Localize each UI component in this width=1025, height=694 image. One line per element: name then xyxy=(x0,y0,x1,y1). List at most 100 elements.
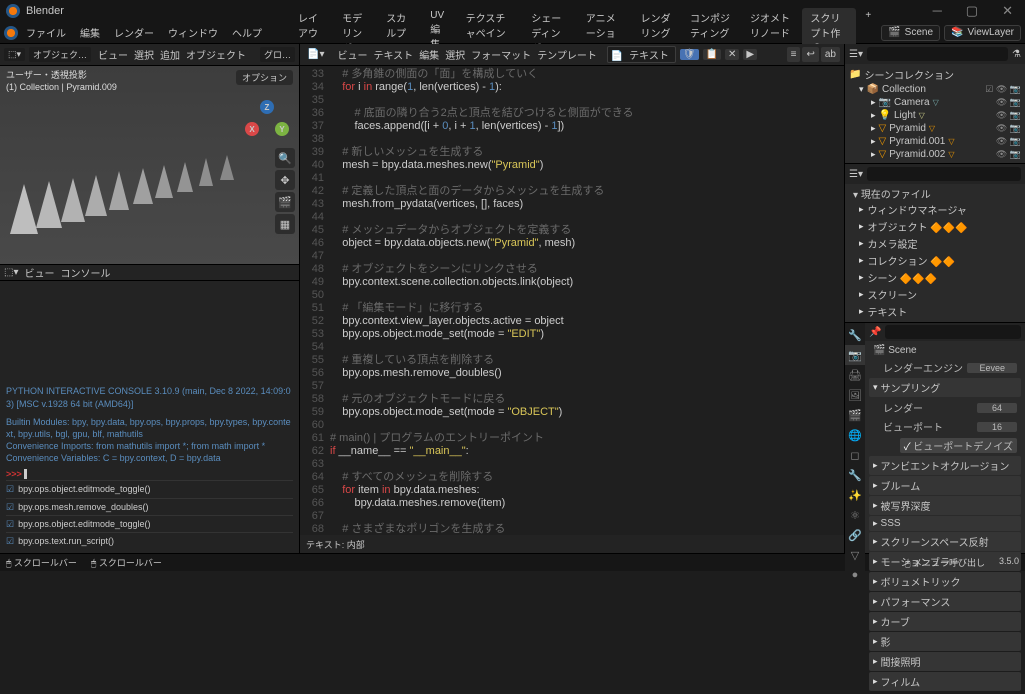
panel-スクリーンスペース反射[interactable]: ▸スクリーンスペース反射 xyxy=(869,532,1021,551)
run-script-button[interactable]: ▶ xyxy=(743,49,757,60)
menu-ヘルプ[interactable]: ヘルプ xyxy=(226,23,268,42)
outliner-item[interactable]: Camera xyxy=(894,97,930,108)
output-tab-icon[interactable]: 🖨 xyxy=(845,365,865,385)
camera-view-icon[interactable]: 🎬 xyxy=(275,192,295,212)
ed-menu-テンプレート[interactable]: テンプレート xyxy=(534,51,600,62)
minimize-button[interactable]: ─ xyxy=(927,3,948,19)
text-file-selector[interactable]: 📄 テキスト xyxy=(607,46,676,63)
outliner-item[interactable]: Pyramid.001 xyxy=(889,136,945,147)
panel-SSS[interactable]: ▸SSS xyxy=(869,516,1021,531)
move-view-icon[interactable]: ✥ xyxy=(275,170,295,190)
panel-ブルーム[interactable]: ▸ブルーム xyxy=(869,476,1021,495)
panel-フィルム[interactable]: ▸フィルム xyxy=(869,672,1021,691)
view-menu[interactable]: ビュー xyxy=(24,265,54,280)
ed-menu-テキスト[interactable]: テキスト xyxy=(370,51,416,62)
word-wrap-icon[interactable]: ↩ xyxy=(802,47,818,62)
editor-type-icon[interactable]: ☰▾ xyxy=(849,169,863,180)
panel-間接照明[interactable]: ▸間接照明 xyxy=(869,652,1021,671)
shield-icon[interactable]: 🛡 xyxy=(680,49,699,60)
outliner-item[interactable]: Light xyxy=(894,110,916,121)
scene-tab-icon[interactable]: 🎬 xyxy=(845,405,865,425)
viewport-denoise-check[interactable]: ビューポートデノイズ xyxy=(900,438,1017,453)
editor-type-icon[interactable]: ☰▾ xyxy=(849,49,863,60)
zoom-icon[interactable]: 🔍 xyxy=(275,148,295,168)
panel-パフォーマンス[interactable]: ▸パフォーマンス xyxy=(869,592,1021,611)
scene-collection[interactable]: シーンコレクション xyxy=(864,67,954,82)
console-menu[interactable]: コンソール xyxy=(60,265,110,280)
physics-tab-icon[interactable]: ⚛ xyxy=(845,505,865,525)
cone-mesh[interactable] xyxy=(85,175,107,216)
mesh-tab-icon[interactable]: ▽ xyxy=(845,545,865,565)
material-tab-icon[interactable]: ● xyxy=(845,565,865,585)
cone-mesh[interactable] xyxy=(61,178,85,222)
render-samples-value[interactable]: 64 xyxy=(977,403,1017,413)
3d-viewport[interactable]: ⬚▾ オブジェク… ビュー選択追加オブジェクト グロ… ユーザー・透視投影 (1… xyxy=(0,44,299,264)
tool-tab-icon[interactable]: 🔧 xyxy=(845,325,865,345)
file-row[interactable]: ▸ コレクション 🔶🔶 xyxy=(849,252,1021,269)
vp-menu-選択[interactable]: 選択 xyxy=(131,51,157,62)
editor-type-icon[interactable]: ⬚▾ xyxy=(4,48,25,61)
history-item[interactable]: ☑ bpy.ops.text.run_script() xyxy=(6,532,293,549)
panel-被写界深度[interactable]: ▸被写界深度 xyxy=(869,496,1021,515)
vp-menu-オブジェクト[interactable]: オブジェクト xyxy=(183,51,249,62)
persp-ortho-icon[interactable]: ▦ xyxy=(275,214,295,234)
filter-icon[interactable]: ⚗ xyxy=(1012,49,1021,60)
axis-z-icon[interactable]: Z xyxy=(260,100,274,114)
cone-mesh[interactable] xyxy=(199,158,213,186)
ed-menu-編集[interactable]: 編集 xyxy=(416,51,442,62)
outliner-search[interactable] xyxy=(867,47,1008,61)
constraints-tab-icon[interactable]: 🔗 xyxy=(845,525,865,545)
collection[interactable]: Collection xyxy=(882,84,926,95)
history-item[interactable]: ☑ bpy.ops.object.editmode_toggle() xyxy=(6,480,293,497)
cone-mesh[interactable] xyxy=(177,162,193,192)
pin-icon[interactable]: 📌 xyxy=(869,327,881,338)
file-search[interactable] xyxy=(867,167,1021,181)
cone-mesh[interactable] xyxy=(109,171,129,210)
syntax-highlight-icon[interactable]: ab xyxy=(821,47,840,62)
menu-ファイル[interactable]: ファイル xyxy=(20,23,72,42)
panel-アンビエントオクルージョン[interactable]: ▸アンビエントオクルージョン xyxy=(869,456,1021,475)
vp-menu-追加[interactable]: 追加 xyxy=(157,51,183,62)
scene-selector[interactable]: 🎬 Scene xyxy=(881,25,940,41)
viewport-samples-value[interactable]: 16 xyxy=(977,422,1017,432)
menu-レンダー[interactable]: レンダー xyxy=(108,23,160,42)
outliner-item[interactable]: Pyramid xyxy=(889,123,926,134)
modifier-tab-icon[interactable]: 🔧 xyxy=(845,465,865,485)
panel-カーブ[interactable]: ▸カーブ xyxy=(869,612,1021,631)
panel-ボリュメトリック[interactable]: ▸ボリュメトリック xyxy=(869,572,1021,591)
outliner-item[interactable]: Pyramid.002 xyxy=(889,149,945,160)
scene-crumb[interactable]: Scene xyxy=(888,345,916,356)
particles-tab-icon[interactable]: ✨ xyxy=(845,485,865,505)
blender-icon[interactable] xyxy=(4,26,18,40)
viewlayer-selector[interactable]: 📚 ViewLayer xyxy=(944,25,1021,41)
render-engine-value[interactable]: Eevee xyxy=(967,363,1017,373)
cone-mesh[interactable] xyxy=(133,168,153,204)
file-row[interactable]: ▸ テキスト xyxy=(849,303,1021,320)
editor-type-icon[interactable]: 📄▾ xyxy=(304,49,327,60)
close-button[interactable]: ✕ xyxy=(996,3,1019,19)
python-console[interactable]: PYTHON INTERACTIVE CONSOLE 3.10.9 (main,… xyxy=(0,281,299,553)
line-numbers-icon[interactable]: ≡ xyxy=(787,47,801,62)
file-row[interactable]: ▸ オブジェクト 🔶🔶🔶 xyxy=(849,218,1021,235)
new-text-icon[interactable]: 📋 xyxy=(703,49,721,60)
menu-ウィンドウ[interactable]: ウィンドウ xyxy=(162,23,224,42)
file-row[interactable]: ▸ カメラ設定 xyxy=(849,235,1021,252)
unlink-icon[interactable]: ✕ xyxy=(725,49,739,60)
axis-y-icon[interactable]: Y xyxy=(275,122,289,136)
ed-menu-フォーマット[interactable]: フォーマット xyxy=(468,51,534,62)
history-item[interactable]: ☑ bpy.ops.mesh.remove_doubles() xyxy=(6,498,293,515)
options-button[interactable]: オプション xyxy=(236,70,293,85)
properties-search[interactable] xyxy=(885,325,1021,339)
editor-type-icon[interactable]: ⬚▾ xyxy=(4,267,18,278)
menu-編集[interactable]: 編集 xyxy=(74,23,106,42)
file-row[interactable]: ▸ スクリーン xyxy=(849,286,1021,303)
cone-mesh[interactable] xyxy=(220,155,234,180)
cone-mesh[interactable] xyxy=(36,181,62,228)
sampling-panel[interactable]: ▾サンプリング xyxy=(869,378,1021,397)
file-row[interactable]: ▸ シーン 🔶🔶🔶 xyxy=(849,269,1021,286)
orientation-selector[interactable]: グロ… xyxy=(260,47,295,62)
object-tab-icon[interactable]: ◻ xyxy=(845,445,865,465)
cone-mesh[interactable] xyxy=(10,184,38,234)
code-area[interactable]: 3334353637383940414243444546474849505152… xyxy=(300,66,844,535)
maximize-button[interactable]: ▢ xyxy=(960,3,984,19)
